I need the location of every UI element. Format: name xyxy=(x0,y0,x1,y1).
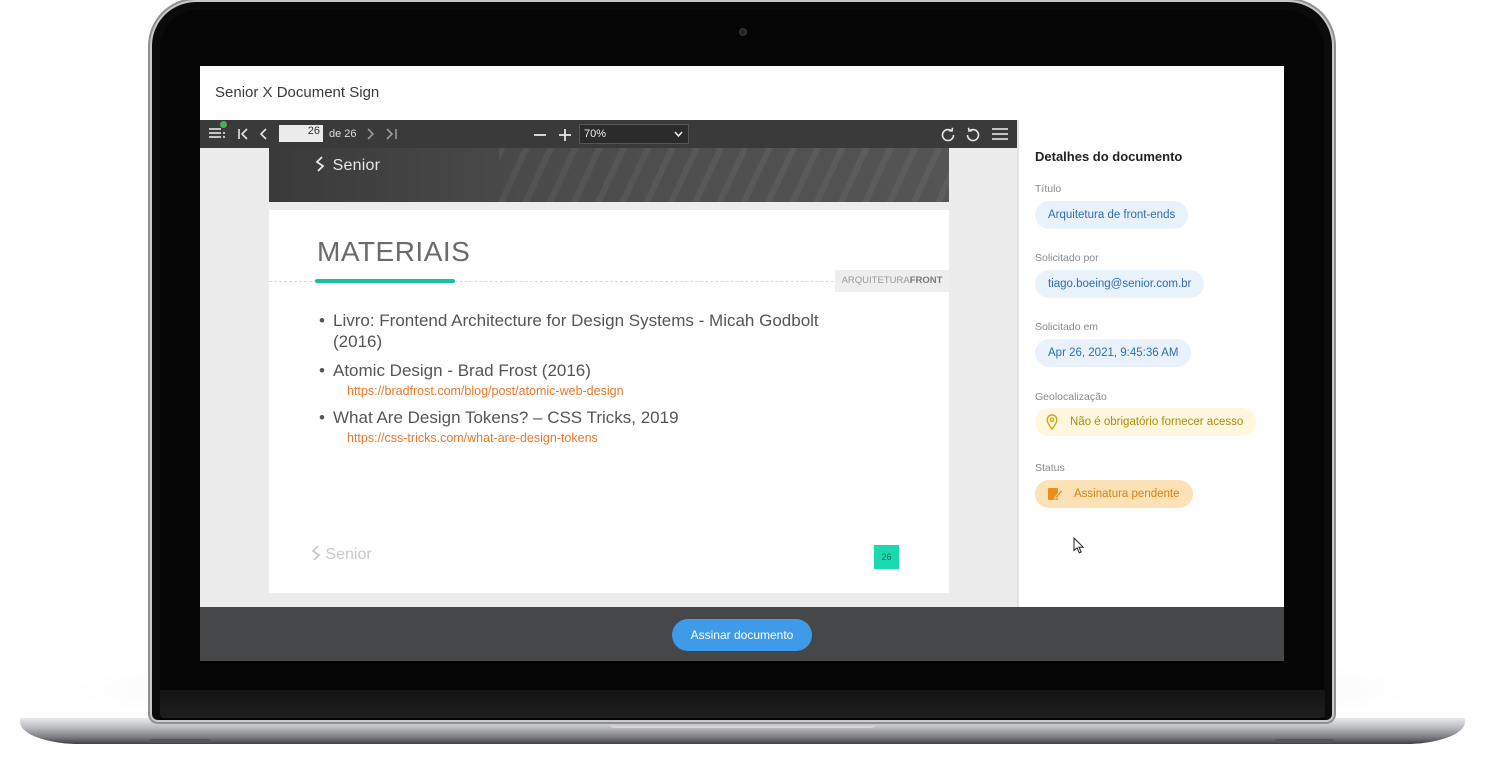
bullet-text: Atomic Design - Brad Frost (2016) xyxy=(333,361,591,380)
field-label-requested-at: Solicitado em xyxy=(1035,321,1099,333)
senior-logo-text: Senior xyxy=(332,157,381,174)
zoom-in-icon[interactable] xyxy=(558,127,572,141)
senior-logo: Senior xyxy=(315,156,380,175)
laptop-hinge xyxy=(160,690,1325,718)
slide-title: MATERIAIS xyxy=(317,236,471,267)
section-tag: ARQUITETURAFRONT xyxy=(835,270,949,292)
geolocation-text: Não é obrigatório fornecer acesso xyxy=(1070,416,1244,428)
bullet-dot: • xyxy=(319,408,325,427)
edit-document-icon xyxy=(1048,488,1063,500)
bullet-dot: • xyxy=(319,361,325,380)
mouse-cursor-icon xyxy=(1073,537,1085,554)
laptop-foot xyxy=(150,739,210,743)
document-viewer[interactable]: 26 de 26 70% Senior MATERIAIS ARQUITETUR… xyxy=(200,120,1017,607)
bullet-text: What Are Design Tokens? – CSS Tricks, 20… xyxy=(333,408,679,427)
status-text: Assinatura pendente xyxy=(1074,488,1180,500)
app-title: Senior X Document Sign xyxy=(215,84,380,101)
page-number-input[interactable]: 26 xyxy=(279,125,323,142)
app-header: Senior X Document Sign xyxy=(200,66,1284,121)
senior-logo-icon xyxy=(315,156,330,174)
field-label-requested-by: Solicitado por xyxy=(1035,252,1099,264)
outline-menu-icon[interactable] xyxy=(208,121,227,141)
location-pin-icon xyxy=(1046,414,1058,430)
bullet-dot: • xyxy=(319,311,325,330)
last-page-icon[interactable] xyxy=(384,127,398,141)
screen: Senior X Document Sign 26 de 26 70% Seni… xyxy=(200,66,1284,661)
field-label-geolocation: Geolocalização xyxy=(1035,391,1107,403)
requested-at-chip: Apr 26, 2021, 9:45:36 AM xyxy=(1035,339,1192,367)
previous-page-icon[interactable] xyxy=(258,127,268,141)
senior-logo-icon xyxy=(311,545,325,563)
header-pattern xyxy=(499,148,949,202)
pdf-page: MATERIAIS ARQUITETURAFRONT • Livro: Fron… xyxy=(269,210,949,593)
document-details-panel: Detalhes do documento Título Arquitetura… xyxy=(1017,120,1284,607)
rotate-clockwise-icon[interactable] xyxy=(939,126,957,144)
first-page-icon[interactable] xyxy=(237,127,251,141)
bullet-text: Livro: Frontend Architecture for Design … xyxy=(333,311,819,330)
reference-link[interactable]: https://css-tricks.com/what-are-design-t… xyxy=(347,431,598,445)
senior-logo-text: Senior xyxy=(325,546,372,563)
reference-link[interactable]: https://bradfrost.com/blog/post/atomic-w… xyxy=(347,384,624,398)
zoom-out-icon[interactable] xyxy=(533,127,547,141)
next-page-icon[interactable] xyxy=(365,127,375,141)
notification-dot xyxy=(220,121,227,128)
sign-document-button[interactable]: Assinar documento xyxy=(672,619,812,651)
zoom-value: 70% xyxy=(584,128,607,140)
bullet-text: (2016) xyxy=(333,332,383,351)
senior-footer-logo: Senior xyxy=(311,545,372,564)
laptop-foot xyxy=(1275,739,1335,743)
webcam-icon xyxy=(739,28,747,36)
requested-by-chip: tiago.boeing@senior.com.br xyxy=(1035,270,1205,298)
chevron-down-icon xyxy=(674,125,683,150)
field-label-title: Título xyxy=(1035,183,1062,195)
panel-heading: Detalhes do documento xyxy=(1035,149,1183,164)
page-total-label: de 26 xyxy=(329,128,357,140)
previous-page-preview: Senior xyxy=(269,148,949,202)
geolocation-chip: Não é obrigatório fornecer acesso xyxy=(1035,408,1257,436)
action-bar: Assinar documento xyxy=(200,607,1284,661)
pdf-toolbar: 26 de 26 70% xyxy=(200,120,1017,148)
zoom-select[interactable]: 70% xyxy=(579,124,689,144)
title-underline xyxy=(315,279,455,283)
field-label-status: Status xyxy=(1035,462,1065,474)
slide-page-number: 26 xyxy=(874,545,899,569)
status-badge: Assinatura pendente xyxy=(1035,480,1193,508)
rotate-counterclockwise-icon[interactable] xyxy=(964,126,982,144)
title-chip: Arquitetura de front-ends xyxy=(1035,201,1189,229)
hamburger-menu-icon[interactable] xyxy=(991,127,1009,141)
